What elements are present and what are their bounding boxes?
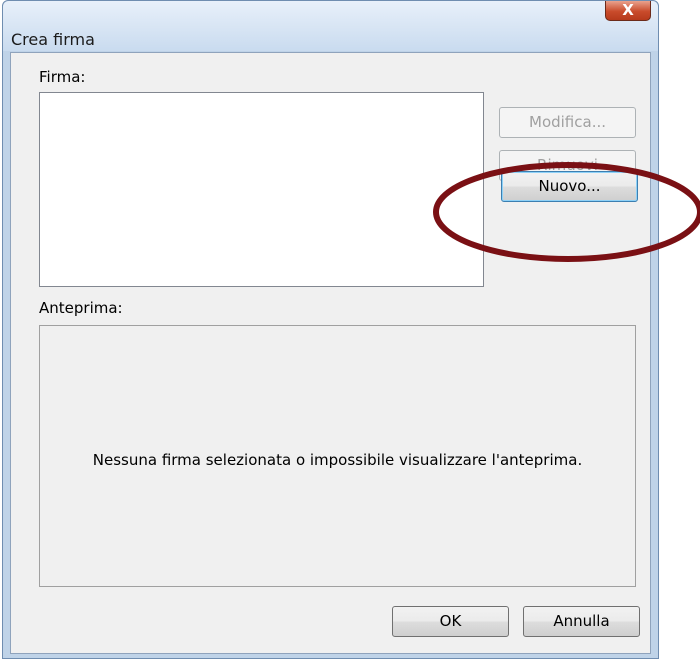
dialog-body: Firma: Modifica... Rimuovi Nuovo... Ante… xyxy=(10,52,651,654)
edit-button[interactable]: Modifica... xyxy=(499,107,636,138)
title-bar: Crea firma X xyxy=(3,1,658,51)
dialog-title: Crea firma xyxy=(11,30,95,49)
close-icon: X xyxy=(622,1,634,19)
cancel-button[interactable]: Annulla xyxy=(523,606,640,637)
signature-list[interactable] xyxy=(39,92,484,287)
preview-pane: Nessuna firma selezionata o impossibile … xyxy=(39,325,636,587)
preview-message: Nessuna firma selezionata o impossibile … xyxy=(92,451,583,469)
preview-label: Anteprima: xyxy=(39,299,123,317)
close-button[interactable]: X xyxy=(605,1,651,21)
new-button[interactable]: Nuovo... xyxy=(501,171,638,202)
ok-button[interactable]: OK xyxy=(392,606,509,637)
signature-label: Firma: xyxy=(39,68,86,86)
create-signature-dialog: Crea firma X Firma: Modifica... Rimuovi … xyxy=(2,0,659,659)
